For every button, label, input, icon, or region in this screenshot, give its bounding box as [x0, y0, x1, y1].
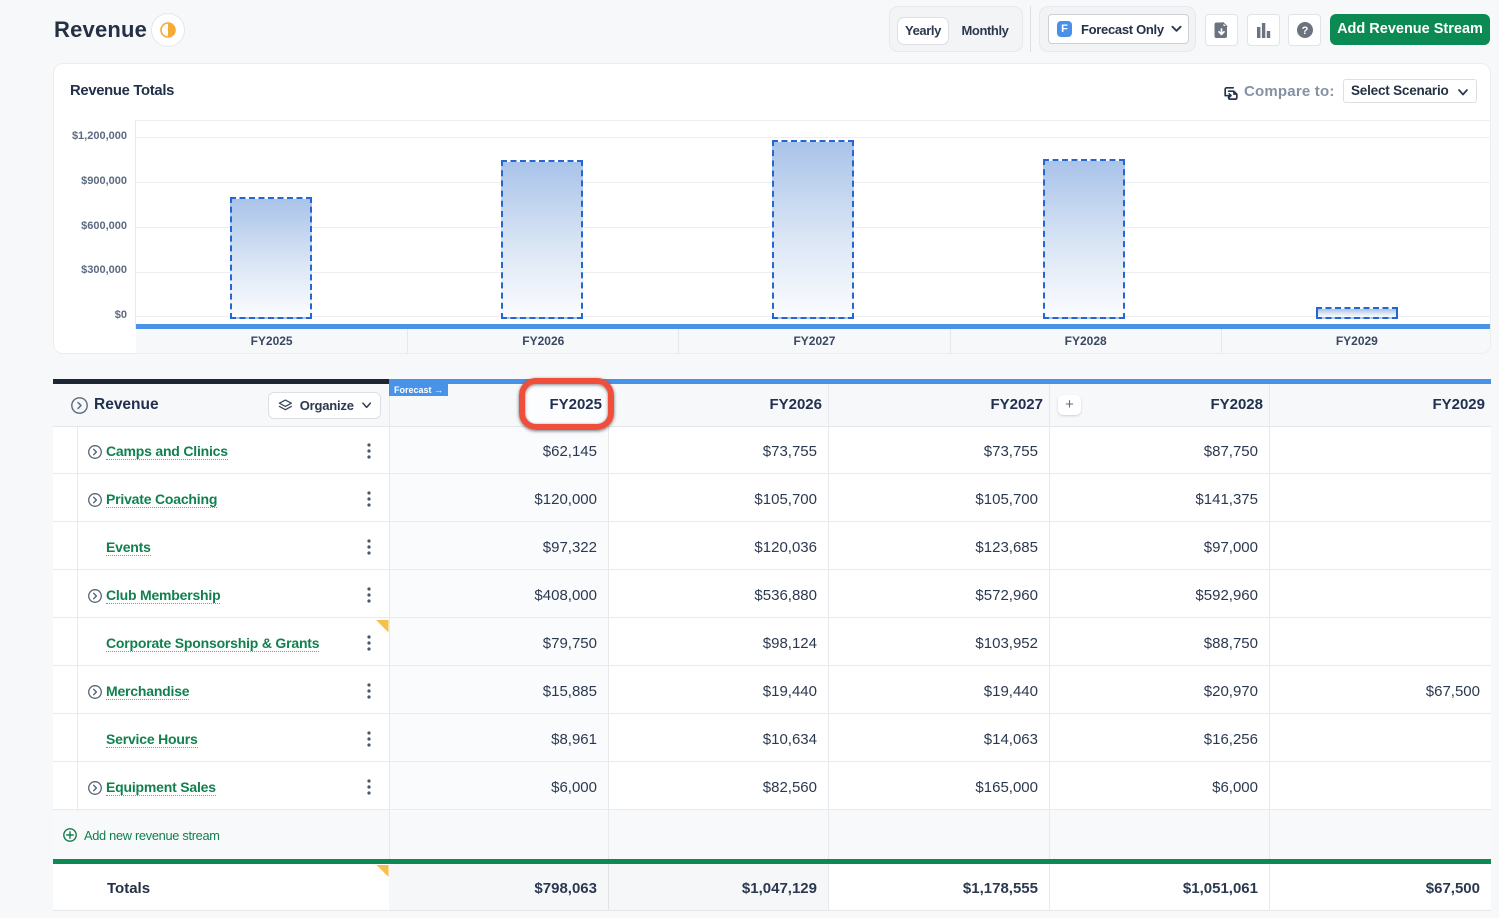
- svg-text:?: ?: [1301, 25, 1308, 37]
